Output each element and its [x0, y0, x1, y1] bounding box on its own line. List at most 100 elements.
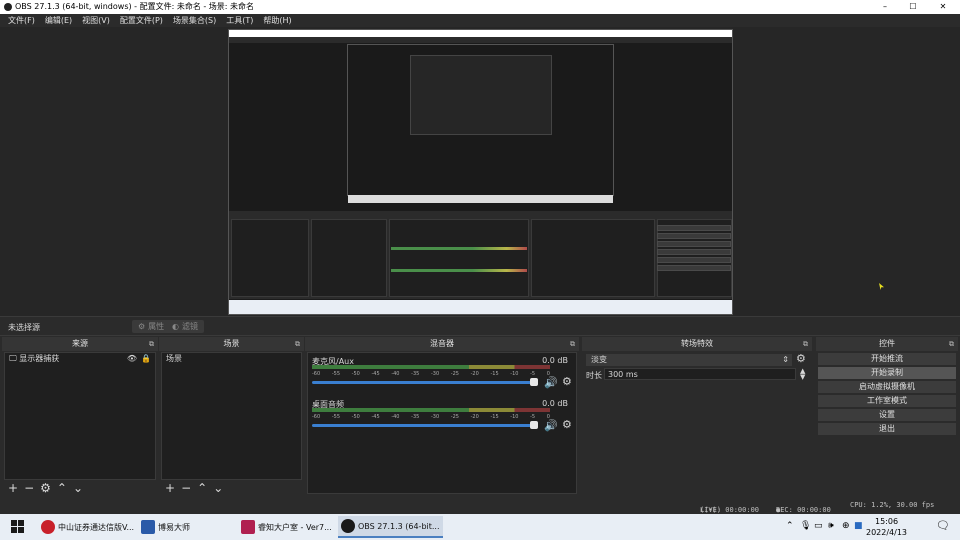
transition-gear-icon[interactable]: ⚙ [796, 352, 806, 365]
filters-label: 滤镜 [181, 322, 198, 331]
scene-move-up-button[interactable]: ⌃ [197, 481, 207, 495]
move-down-button[interactable]: ⌄ [73, 481, 83, 495]
add-source-button[interactable]: + [8, 481, 18, 495]
studio-mode-button[interactable]: 工作室模式 [818, 395, 956, 407]
visibility-eye-icon[interactable]: 👁 [127, 353, 137, 365]
context-bar: 未选择源 ⚙ 属性 ◐ 滤镜 [0, 316, 960, 336]
meter-ticks: -60 -55 -50 -45 -40 -35 -30 -25 -20 -15 -10 -5 0 [312, 414, 550, 420]
scenes-list[interactable]: 场景 [161, 352, 302, 480]
source-settings-gear-icon[interactable]: ⚙ [40, 481, 51, 495]
cpu-status: CPU: 1.2%, 30.00 fps [850, 501, 935, 509]
preview-canvas[interactable] [228, 29, 733, 315]
taskbar-app[interactable]: 中山证券通达信版V... [38, 516, 137, 538]
menu-tools[interactable]: 工具(T) [226, 14, 253, 27]
monitor-icon: 🖵 [9, 354, 17, 363]
undock-icon[interactable]: ⧉ [295, 337, 300, 351]
boyi-app-icon [141, 520, 155, 534]
undock-icon[interactable]: ⧉ [803, 337, 808, 351]
nested-scenes [311, 219, 387, 297]
filter-icon: ◐ [172, 322, 179, 331]
start-streaming-button[interactable]: 开始推流 [818, 353, 956, 365]
chevron-updown-icon: ⇕ [782, 355, 789, 364]
tray-chevron-up-icon[interactable]: ⌃ [786, 521, 794, 531]
obs-app-icon [341, 519, 355, 533]
properties-button[interactable]: ⚙ 属性 [132, 320, 171, 333]
taskbar-app[interactable]: 博易大师 [138, 516, 193, 538]
taskbar-app-active[interactable]: OBS 27.1.3 (64-bit... [338, 516, 443, 538]
nested-sources [231, 219, 309, 297]
volume-slider[interactable] [312, 424, 534, 427]
menu-file[interactable]: 文件(F) [8, 14, 35, 27]
speaker-mute-icon[interactable]: 🔊 [544, 419, 558, 432]
input-method-icon[interactable]: ■ [854, 521, 863, 531]
undock-icon[interactable]: ⧉ [949, 337, 954, 351]
channel-db: 0.0 dB [542, 399, 568, 408]
nested-control-button [657, 233, 731, 239]
channel-gear-icon[interactable]: ⚙ [562, 418, 572, 431]
menu-bar: 文件(F) 编辑(E) 视图(V) 配置文件(P) 场景集合(S) 工具(T) … [0, 14, 960, 27]
microphone-icon[interactable]: 🎙 [800, 521, 811, 531]
nested-control-button [657, 265, 731, 271]
menu-edit[interactable]: 编辑(E) [45, 14, 72, 27]
scenes-title: 场景 [223, 339, 240, 348]
taskbar-app[interactable]: 睿知大户室 - Ver7... [238, 516, 335, 538]
title-bar: OBS 27.1.3 (64-bit, windows) - 配置文件: 未命名… [0, 0, 960, 14]
maximize-button[interactable]: ☐ [898, 0, 928, 14]
nested-control-button [657, 241, 731, 247]
nested-taskbar [348, 195, 613, 203]
undock-icon[interactable]: ⧉ [570, 337, 575, 351]
nested-control-button [657, 225, 731, 231]
duration-input[interactable]: 300 ms [604, 368, 796, 380]
close-button[interactable]: ✕ [928, 0, 958, 14]
scenes-dock: 场景 ⧉ 场景 + − ⌃ ⌄ [159, 337, 304, 496]
lock-icon[interactable]: 🔒 [141, 353, 151, 365]
remove-scene-button[interactable]: − [181, 481, 191, 495]
sources-title: 来源 [72, 339, 88, 348]
volume-slider-handle[interactable] [530, 378, 538, 386]
channel-gear-icon[interactable]: ⚙ [562, 375, 572, 388]
trading-app-icon [41, 520, 55, 534]
sources-list[interactable]: 🖵 显示器捕获 👁 🔒 [4, 352, 156, 480]
scene-move-down-button[interactable]: ⌄ [213, 481, 223, 495]
move-up-button[interactable]: ⌃ [57, 481, 67, 495]
gear-icon: ⚙ [138, 322, 146, 331]
volume-slider[interactable] [312, 381, 534, 384]
battery-icon[interactable]: ▭ [814, 521, 823, 531]
transitions-dock: 转场特效 ⧉ 淡变 ⇕ ⚙ 时长 300 ms ▲ ▼ [582, 337, 812, 496]
nested-control-button [657, 249, 731, 255]
nested-docks [229, 211, 732, 299]
properties-label: 属性 [148, 322, 165, 331]
menu-help[interactable]: 帮助(H) [263, 14, 291, 27]
source-item[interactable]: 🖵 显示器捕获 👁 🔒 [5, 353, 155, 365]
controls-dock: 控件 ⧉ 开始推流 开始录制 启动虚拟摄像机 工作室模式 设置 退出 [816, 337, 958, 496]
sources-dock: 来源 ⧉ 🖵 显示器捕获 👁 🔒 + − ⚙ ⌃ ⌄ [2, 337, 158, 496]
minimize-button[interactable]: – [870, 0, 900, 14]
network-icon[interactable]: ⊕ [842, 521, 850, 531]
volume-slider-handle[interactable] [530, 421, 538, 429]
start-recording-button[interactable]: 开始录制 [818, 367, 956, 379]
filters-button[interactable]: ◐ 滤镜 [166, 320, 204, 333]
windows-start-icon[interactable] [11, 520, 24, 533]
speaker-mute-icon[interactable]: 🔊 [544, 376, 558, 389]
clock[interactable]: 15:06 2022/4/13 [866, 516, 907, 538]
remove-source-button[interactable]: − [24, 481, 34, 495]
menu-view[interactable]: 视图(V) [82, 14, 110, 27]
exit-button[interactable]: 退出 [818, 423, 956, 435]
settings-button[interactable]: 设置 [818, 409, 956, 421]
volume-icon[interactable]: 🕪 [828, 521, 834, 531]
nested-mixer [389, 219, 529, 297]
nested-preview-inner [410, 55, 552, 135]
duration-stepper-icon[interactable]: ▲ ▼ [800, 368, 805, 381]
undock-icon[interactable]: ⧉ [149, 337, 154, 351]
system-tray: ⌃ 🎙 ▭ 🕪 ⊕ ■ 15:06 2022/4/13 🗨 [780, 514, 960, 540]
transition-type-select[interactable]: 淡变 ⇕ [586, 354, 792, 366]
menu-scene-collection[interactable]: 场景集合(S) [173, 14, 216, 27]
duration-value: 300 ms [608, 370, 638, 379]
start-virtual-camera-button[interactable]: 启动虚拟摄像机 [818, 381, 956, 393]
status-bar: ((•)) LIVE: 00:00:00 ● REC: 00:00:00 CPU… [0, 496, 960, 514]
menu-profile[interactable]: 配置文件(P) [120, 14, 163, 27]
windows-taskbar: 中山证券通达信版V... 博易大师 睿知大户室 - Ver7... OBS 27… [0, 514, 960, 540]
add-scene-button[interactable]: + [165, 481, 175, 495]
scene-item[interactable]: 场景 [162, 353, 301, 365]
notification-icon[interactable]: 🗨 [936, 519, 950, 532]
